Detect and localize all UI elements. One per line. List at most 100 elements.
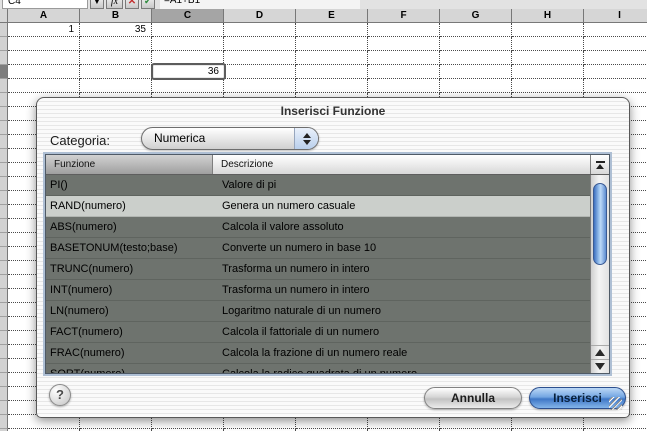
cell-H3[interactable] xyxy=(512,51,584,65)
cell-B1[interactable]: 35 xyxy=(80,23,152,37)
cell-A3[interactable] xyxy=(8,51,80,65)
sort-direction-button[interactable] xyxy=(590,155,609,174)
column-header-A[interactable]: A xyxy=(8,9,80,23)
cell-G5[interactable] xyxy=(440,79,512,93)
row-header-11[interactable] xyxy=(0,163,8,177)
row-header-19[interactable] xyxy=(0,275,8,289)
row-header-4[interactable] xyxy=(0,65,8,79)
column-header-B[interactable]: B xyxy=(80,9,152,23)
selected-cell[interactable]: 36 xyxy=(151,63,226,80)
column-header-descrizione[interactable]: Descrizione xyxy=(213,155,590,174)
cell-ref-dropdown-button[interactable]: ▼ xyxy=(90,0,104,9)
cell-H2[interactable] xyxy=(512,37,584,51)
row-header-3[interactable] xyxy=(0,51,8,65)
cancel-button[interactable]: Annulla xyxy=(424,387,522,409)
vertical-scrollbar[interactable] xyxy=(590,175,609,373)
cell-A5[interactable] xyxy=(8,79,80,93)
cell-B3[interactable] xyxy=(80,51,152,65)
row-header-16[interactable] xyxy=(0,233,8,247)
row-header-13[interactable] xyxy=(0,191,8,205)
cell-C1[interactable] xyxy=(152,23,224,37)
cell-I3[interactable] xyxy=(584,51,647,65)
row-header-28[interactable] xyxy=(0,401,8,415)
cell-C2[interactable] xyxy=(152,37,224,51)
cell-G4[interactable] xyxy=(440,65,512,79)
cell-I5[interactable] xyxy=(584,79,647,93)
cell-I4[interactable] xyxy=(584,65,647,79)
row-header-17[interactable] xyxy=(0,247,8,261)
cell-F2[interactable] xyxy=(368,37,440,51)
cell-F5[interactable] xyxy=(368,79,440,93)
function-row-randnumero[interactable]: RAND(numero)Genera un numero casuale xyxy=(46,196,590,217)
row-header-8[interactable] xyxy=(0,121,8,135)
cell-E5[interactable] xyxy=(296,79,368,93)
cell-C5[interactable] xyxy=(152,79,224,93)
function-row-absnumero[interactable]: ABS(numero)Calcola il valore assoluto xyxy=(46,217,590,238)
column-header-F[interactable]: F xyxy=(368,9,440,23)
row-header-9[interactable] xyxy=(0,135,8,149)
cell-D1[interactable] xyxy=(224,23,296,37)
function-row-lnnumero[interactable]: LN(numero)Logaritmo naturale di un numer… xyxy=(46,301,590,322)
formula-input[interactable]: =A1+B1 xyxy=(160,0,360,9)
row-header-25[interactable] xyxy=(0,359,8,373)
cell-G1[interactable] xyxy=(440,23,512,37)
column-header-C[interactable]: C xyxy=(152,9,224,23)
row-header-7[interactable] xyxy=(0,107,8,121)
cell-I1[interactable] xyxy=(584,23,647,37)
cell-E4[interactable] xyxy=(296,65,368,79)
cell-F4[interactable] xyxy=(368,65,440,79)
row-header-21[interactable] xyxy=(0,303,8,317)
cell-F1[interactable] xyxy=(368,23,440,37)
cancel-formula-button[interactable]: ✕ xyxy=(125,0,139,9)
function-row-truncnumero[interactable]: TRUNC(numero)Trasforma un numero in inte… xyxy=(46,259,590,280)
scroll-up-button[interactable] xyxy=(591,345,609,359)
cell-D2[interactable] xyxy=(224,37,296,51)
row-header-12[interactable] xyxy=(0,177,8,191)
cell-H4[interactable] xyxy=(512,65,584,79)
accept-formula-button[interactable]: ✓ xyxy=(141,0,155,9)
row-header-1[interactable] xyxy=(0,23,8,37)
column-header-E[interactable]: E xyxy=(296,9,368,23)
function-row-fracnumero[interactable]: FRAC(numero)Calcola la frazione di un nu… xyxy=(46,343,590,364)
row-header-15[interactable] xyxy=(0,219,8,233)
cell-B5[interactable] xyxy=(80,79,152,93)
cell-H1[interactable] xyxy=(512,23,584,37)
row-header-23[interactable] xyxy=(0,331,8,345)
column-header-funzione[interactable]: Funzione xyxy=(46,155,213,174)
resize-handle[interactable] xyxy=(609,397,622,410)
row-header-27[interactable] xyxy=(0,387,8,401)
cell-G3[interactable] xyxy=(440,51,512,65)
row-header-14[interactable] xyxy=(0,205,8,219)
row-header-26[interactable] xyxy=(0,373,8,387)
cell-D3[interactable] xyxy=(224,51,296,65)
column-header-I[interactable]: I xyxy=(584,9,647,23)
cell-D5[interactable] xyxy=(224,79,296,93)
function-row-basetonumtestobase[interactable]: BASETONUM(testo;base)Converte un numero … xyxy=(46,238,590,259)
row-header-29[interactable] xyxy=(0,415,8,429)
column-header-D[interactable]: D xyxy=(224,9,296,23)
row-header-20[interactable] xyxy=(0,289,8,303)
cell-G2[interactable] xyxy=(440,37,512,51)
category-popup[interactable]: Numerica xyxy=(141,127,319,150)
cell-E3[interactable] xyxy=(296,51,368,65)
cell-A2[interactable] xyxy=(8,37,80,51)
cell-A4[interactable] xyxy=(8,65,80,79)
insert-function-button[interactable]: fx xyxy=(106,0,123,9)
cell-reference-box[interactable]: C4 xyxy=(2,0,88,9)
cell-B2[interactable] xyxy=(80,37,152,51)
function-row-intnumero[interactable]: INT(numero)Trasforma un numero in intero xyxy=(46,280,590,301)
row-header-5[interactable] xyxy=(0,79,8,93)
function-row-factnumero[interactable]: FACT(numero)Calcola il fattoriale di un … xyxy=(46,322,590,343)
row-header-22[interactable] xyxy=(0,317,8,331)
row-header-2[interactable] xyxy=(0,37,8,51)
column-header-H[interactable]: H xyxy=(512,9,584,23)
cell-A1[interactable]: 1 xyxy=(8,23,80,37)
cell-E1[interactable] xyxy=(296,23,368,37)
cell-E2[interactable] xyxy=(296,37,368,51)
cell-H5[interactable] xyxy=(512,79,584,93)
cell-F3[interactable] xyxy=(368,51,440,65)
row-header-10[interactable] xyxy=(0,149,8,163)
cell-D4[interactable] xyxy=(224,65,296,79)
row-header-6[interactable] xyxy=(0,93,8,107)
cell-B4[interactable] xyxy=(80,65,152,79)
